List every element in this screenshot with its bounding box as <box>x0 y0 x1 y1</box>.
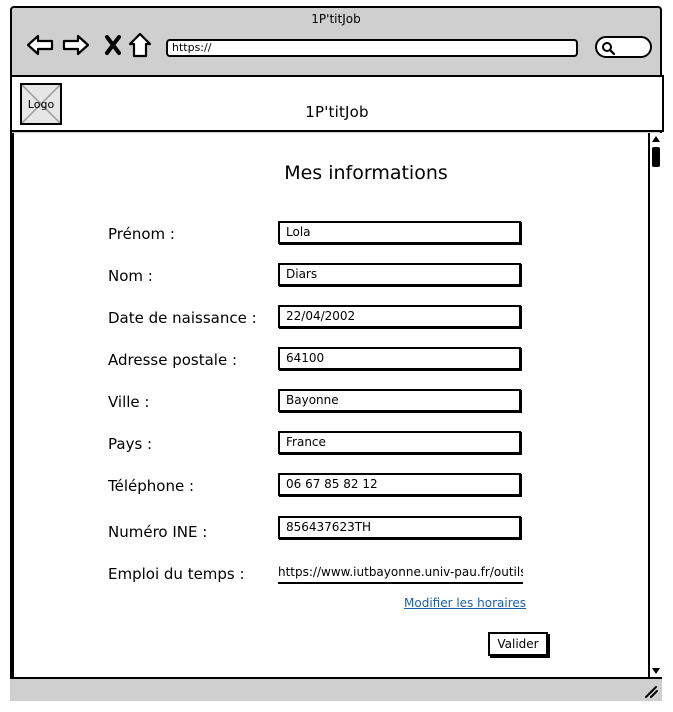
label-city: Ville : <box>108 393 150 411</box>
back-button[interactable] <box>26 32 54 58</box>
home-icon <box>128 32 152 58</box>
address-field[interactable]: 64100 <box>278 347 521 370</box>
country-field[interactable]: France <box>278 431 521 454</box>
ine-field[interactable]: 856437623TH <box>278 516 521 539</box>
label-lastname: Nom : <box>108 267 153 285</box>
phone-field[interactable]: 06 67 85 82 12 <box>278 473 521 496</box>
url-input[interactable]: https:// <box>166 39 578 57</box>
lastname-field[interactable]: Diars <box>278 263 521 286</box>
firstname-field[interactable]: Lola <box>278 221 521 244</box>
city-field[interactable]: Bayonne <box>278 389 521 412</box>
schedule-url-field[interactable]: https://www.iutbayonne.univ-pau.fr/outil… <box>278 562 523 584</box>
resize-grip-icon[interactable] <box>644 684 658 698</box>
label-schedule: Emploi du temps : <box>108 565 245 583</box>
site-title: 1P'titJob <box>305 103 369 121</box>
stop-button[interactable] <box>104 32 122 58</box>
label-ine: Numéro INE : <box>108 523 208 541</box>
modify-schedule-link[interactable]: Modifier les horaires <box>404 596 526 610</box>
forward-button[interactable] <box>62 32 90 58</box>
scroll-down-icon[interactable] <box>651 667 661 675</box>
search-icon <box>602 42 615 55</box>
scroll-up-icon[interactable] <box>651 135 661 143</box>
scroll-thumb[interactable] <box>652 147 660 167</box>
home-button[interactable] <box>128 32 152 58</box>
label-birthdate: Date de naissance : <box>108 309 257 327</box>
label-phone: Téléphone : <box>108 477 195 495</box>
status-bar <box>10 677 662 701</box>
forward-arrow-icon <box>62 34 90 56</box>
label-country: Pays : <box>108 435 153 453</box>
label-firstname: Prénom : <box>108 225 175 243</box>
search-box[interactable] <box>595 36 652 58</box>
back-arrow-icon <box>26 34 54 56</box>
browser-title: 1P'titJob <box>311 12 361 26</box>
page-title: Mes informations <box>284 162 448 184</box>
scrollbar[interactable] <box>648 133 662 677</box>
site-header: Logo 1P'titJob <box>10 75 664 132</box>
close-icon <box>105 35 121 55</box>
submit-button[interactable]: Valider <box>488 632 548 656</box>
profile-form: Mes informations Prénom : Lola Nom : Dia… <box>12 133 648 677</box>
label-address: Adresse postale : <box>108 351 238 369</box>
birthdate-field[interactable]: 22/04/2002 <box>278 305 521 328</box>
